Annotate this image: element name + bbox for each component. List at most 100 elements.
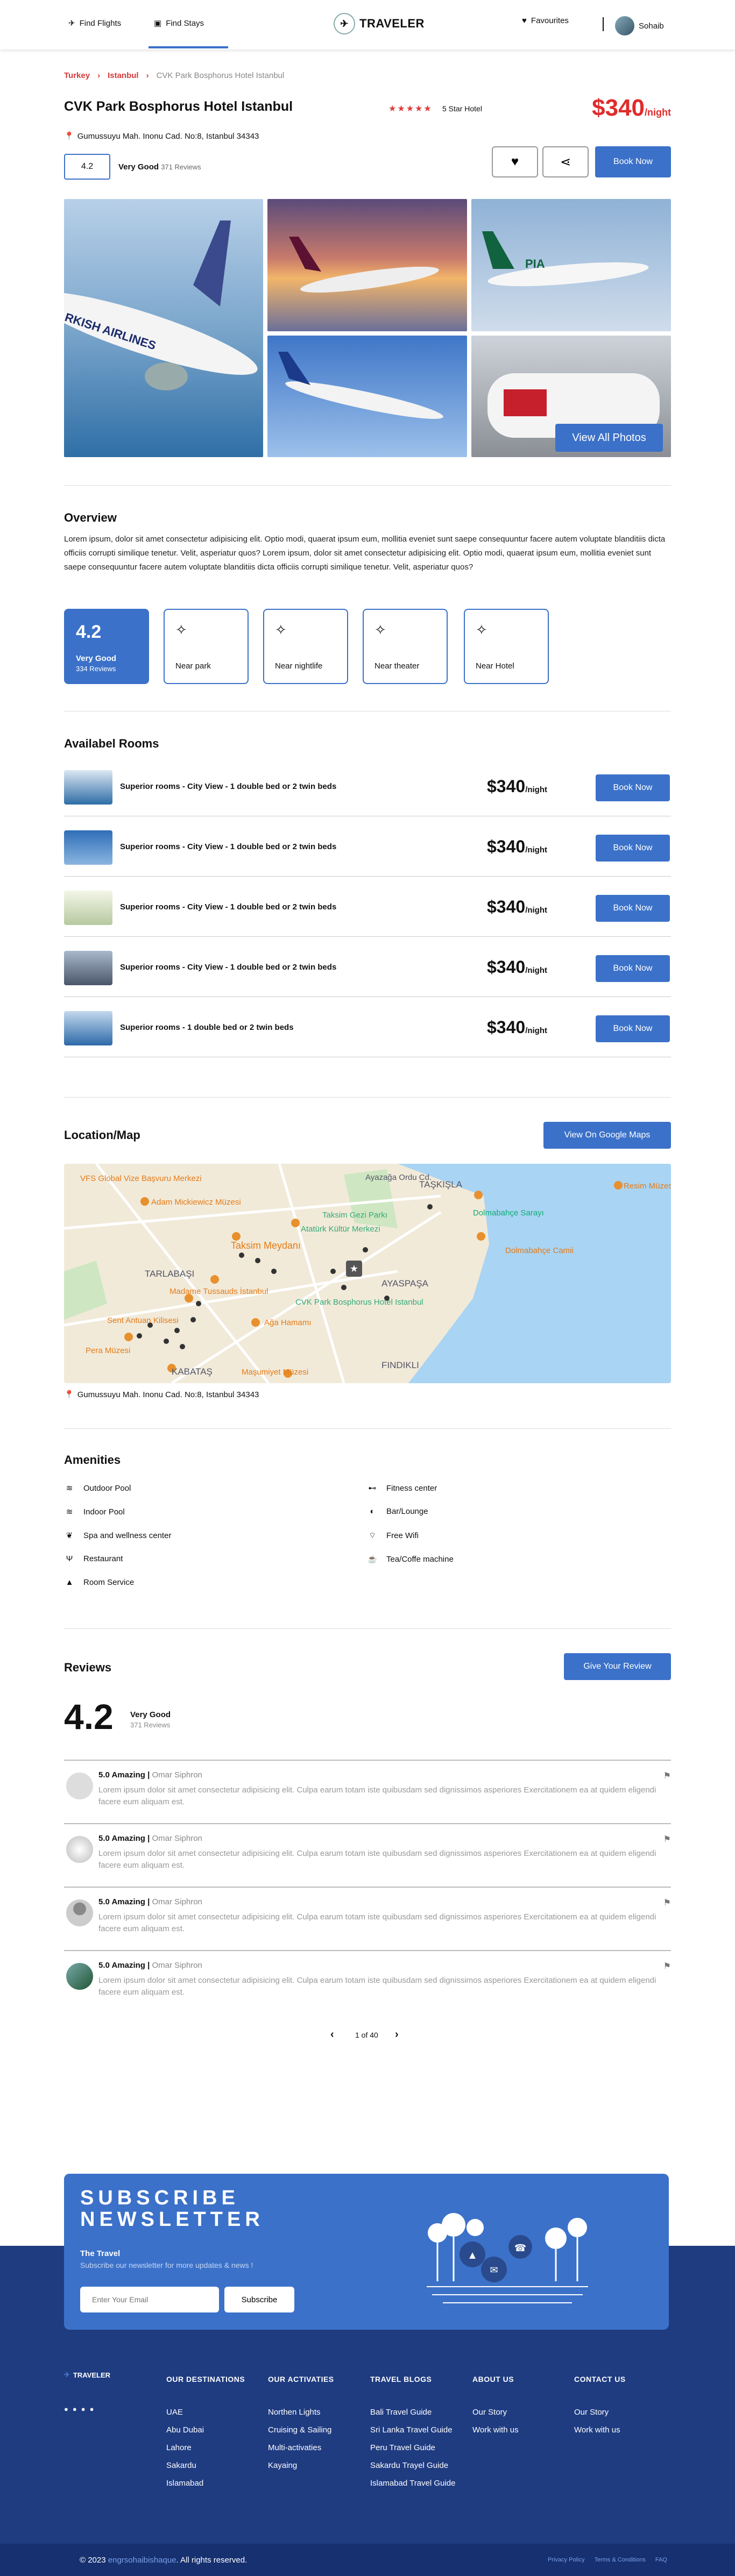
review-score: 4.2 [64, 1697, 114, 1737]
airplane-image [289, 237, 439, 293]
coffee-icon: ☕ [367, 1555, 378, 1564]
sparkle-icon: ✧ [476, 622, 487, 638]
pagination-label: 1 of 40 [355, 2031, 378, 2039]
next-page-icon[interactable]: › [395, 2029, 399, 2041]
youtube-icon[interactable]: ● [81, 2405, 86, 2413]
room-book-button[interactable]: Book Now [596, 895, 670, 922]
amenity: ≋ Outdoor Pool [64, 1483, 131, 1493]
amenity: ☕ Tea/Coffe machine [367, 1554, 454, 1564]
room-book-button[interactable]: Book Now [596, 1015, 670, 1042]
instagram-icon[interactable]: ● [90, 2405, 94, 2413]
room-row: Superior rooms - City View - 1 double be… [64, 817, 671, 877]
review-item: 5.0 Amazing | Omar Siphron Lorem ipsum d… [64, 1823, 671, 1885]
flag-icon[interactable]: ⚑ [663, 1770, 671, 1781]
active-nav-indicator [149, 46, 228, 48]
svg-text:Adam Mickiewicz Müzesi: Adam Mickiewicz Müzesi [151, 1198, 241, 1207]
dumbbell-icon: ⊷ [368, 1484, 377, 1493]
divider [64, 1428, 671, 1429]
footer-col-destinations: OUR DESTINATIONS UAE Abu Dubai Lahore Sakar… [166, 2375, 245, 2488]
room-thumbnail [64, 770, 112, 805]
top-header: ✈ Find Flights ▣ Find Stays ✈ TRAVELER ♥ Fav… [0, 0, 735, 49]
view-google-maps-button[interactable]: View On Google Maps [543, 1122, 671, 1149]
divider [64, 1628, 671, 1629]
map-address: 📍 Gumussuyu Mah. Inonu Cad. No:8, Istanbu… [64, 1390, 259, 1400]
map-canvas: ★ VFS Global Vize Başvuru Merkezi Adam M… [64, 1164, 671, 1383]
svg-text:FINDIKLI: FINDIKLI [381, 1360, 419, 1370]
review-item: 5.0 Amazing | Omar Siphron Lorem ipsum d… [64, 1950, 671, 2012]
spa-icon: ❦ [66, 1531, 73, 1540]
plane-icon: ✈ [68, 19, 75, 28]
amenity: ⊷ Fitness center [367, 1483, 437, 1493]
twitter-icon[interactable]: ● [73, 2405, 77, 2413]
photo-main[interactable]: RKISH AIRLINES [64, 199, 263, 457]
subscribe-button[interactable]: Subscribe [224, 2287, 294, 2312]
avatar [66, 1963, 93, 1990]
svg-text:Ağa Hamamı: Ağa Hamamı [264, 1318, 312, 1327]
svg-text:Madame Tussauds İstanbul: Madame Tussauds İstanbul [169, 1286, 268, 1296]
sparkle-icon: ✧ [374, 622, 386, 638]
svg-text:VFS Global Vize Başvuru Merkez: VFS Global Vize Başvuru Merkezi [80, 1174, 202, 1183]
room-row: Superior rooms - City View - 1 double be… [64, 938, 671, 997]
pool-icon: ≋ [66, 1484, 73, 1493]
airplane-image: RKISH AIRLINES [64, 220, 258, 390]
book-now-button[interactable]: Book Now [595, 146, 671, 177]
share-icon: ⋖ [560, 154, 571, 169]
rooms-heading: Availabel Rooms [64, 737, 159, 750]
photo-4[interactable] [267, 336, 467, 457]
prev-page-icon[interactable]: ‹ [330, 2029, 334, 2041]
avatar [615, 16, 634, 35]
flag-icon[interactable]: ⚑ [663, 1961, 671, 1972]
photo-5[interactable]: View All Photos [471, 336, 671, 457]
nav-find-stays[interactable]: ▣ Find Stays [154, 18, 204, 29]
room-book-button[interactable]: Book Now [596, 955, 670, 982]
facebook-icon[interactable]: ● [64, 2405, 68, 2413]
chevron-right-icon: › [146, 71, 149, 80]
newsletter-email-input[interactable] [80, 2287, 219, 2312]
star-label: 5 Star Hotel [442, 104, 482, 113]
location-pin-icon: 📍 [64, 1390, 74, 1399]
room-book-button[interactable]: Book Now [596, 835, 670, 862]
user-menu[interactable]: Sohaib [615, 16, 664, 35]
view-all-photos-button[interactable]: View All Photos [555, 424, 663, 452]
hotel-address: 📍 Gumussuyu Mah. Inonu Cad. No:8, Istanbu… [64, 131, 259, 141]
svg-text:AYASPAŞA: AYASPAŞA [381, 1278, 429, 1289]
review-score-word: Very Good [130, 1710, 171, 1719]
nav-find-flights[interactable]: ✈ Find Flights [68, 18, 121, 29]
review-score-count: 371 Reviews [130, 1721, 171, 1729]
rating-text: Very Good 371 Reviews [118, 162, 201, 172]
photo-2[interactable] [267, 199, 467, 331]
avatar [66, 1836, 93, 1863]
room-book-button[interactable]: Book Now [596, 774, 670, 801]
map[interactable]: ★ VFS Global Vize Başvuru Merkezi Adam M… [64, 1164, 671, 1383]
favourites-link[interactable]: ♥ Favourites [522, 16, 569, 25]
photo-3[interactable]: PIA [471, 199, 671, 331]
overview-text: Lorem ipsum, dolor sit amet consectetur … [64, 535, 666, 572]
favourite-button[interactable]: ♥ [492, 146, 538, 177]
breadcrumb-city[interactable]: Istanbul [108, 71, 139, 80]
divider [64, 1097, 671, 1098]
svg-text:Resim Müzesi: Resim Müzesi [624, 1182, 671, 1191]
airplane-image [278, 352, 443, 419]
newsletter-box: SUBSCRIBE NEWSLETTER The Travel Subscrib… [64, 2174, 669, 2330]
room-service-icon: ▲ [65, 1578, 74, 1587]
chevron-right-icon: › [97, 71, 101, 80]
footer-logo[interactable]: ✈ TRAVELER [64, 2371, 110, 2379]
room-row: Superior rooms - City View - 1 double be… [64, 757, 671, 816]
logo-icon: ✈ [64, 2371, 70, 2379]
share-button[interactable]: ⋖ [542, 146, 589, 177]
svg-text:★: ★ [350, 1263, 358, 1274]
footer-links: Privacy Policy Terms & Conditions FAQ [548, 2557, 667, 2563]
svg-text:Sent Antuan Kilisesi: Sent Antuan Kilisesi [107, 1316, 179, 1325]
feature-near-park: ✧ Near park [164, 609, 249, 684]
bar-icon: ◐ [370, 1507, 375, 1516]
svg-text:Maşumiyet Müzesi: Maşumiyet Müzesi [242, 1368, 308, 1377]
give-review-button[interactable]: Give Your Review [564, 1653, 671, 1680]
logo[interactable]: ✈ TRAVELER [334, 13, 425, 34]
breadcrumb-country[interactable]: Turkey [64, 71, 90, 80]
footer-col-blogs: TRAVEL BLOGS Bali Travel Guide Sri Lanka … [370, 2375, 456, 2488]
svg-text:Dolmabahçe Sarayı: Dolmabahçe Sarayı [473, 1208, 544, 1218]
flag-icon[interactable]: ⚑ [663, 1897, 671, 1908]
svg-text:Dolmabahçe Camii: Dolmabahçe Camii [505, 1246, 574, 1255]
flag-icon[interactable]: ⚑ [663, 1834, 671, 1845]
restaurant-icon: Ψ [66, 1554, 73, 1563]
